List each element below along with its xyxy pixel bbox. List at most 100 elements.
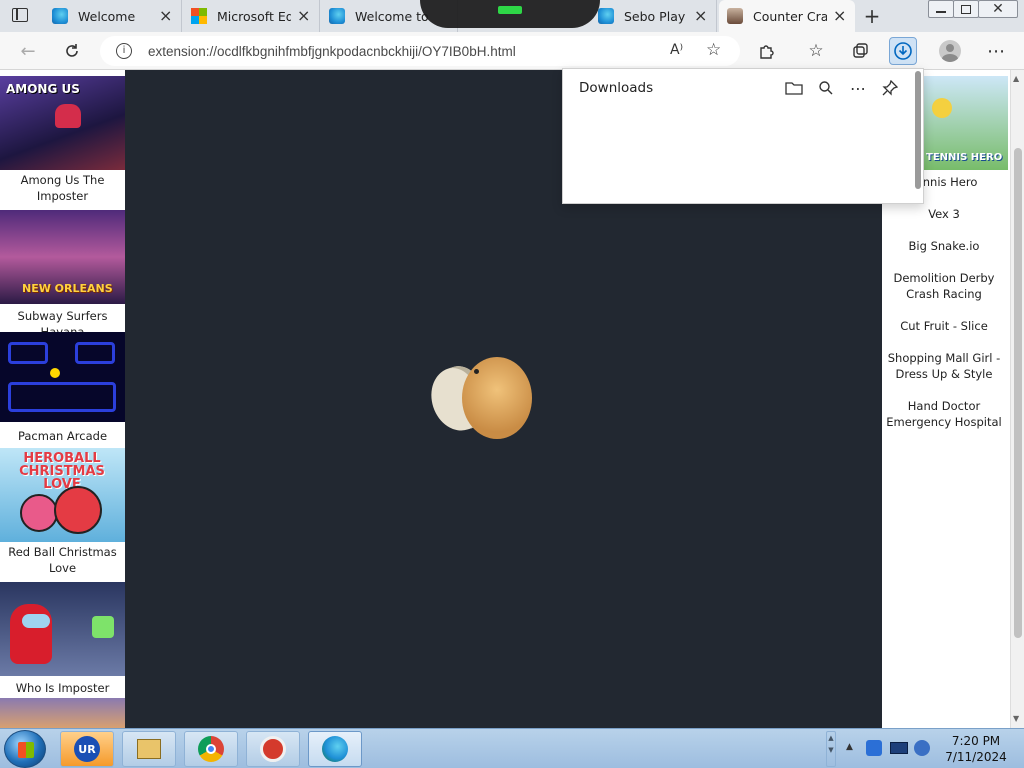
tab-sebo-play[interactable]: Sebo Play Ga ×	[590, 0, 717, 32]
profile-avatar-icon[interactable]	[936, 37, 964, 65]
tab-counter-craft[interactable]: Counter Craf ×	[719, 0, 855, 32]
settings-more-icon[interactable]: ⋯	[982, 37, 1010, 65]
tab-label: Counter Craf	[753, 8, 827, 24]
ccleaner-taskbar-icon[interactable]	[246, 731, 300, 767]
game-card[interactable]: Who Is Imposter	[0, 582, 125, 696]
thumb-title: TENNIS HERO	[926, 152, 1003, 163]
game-title[interactable]: Red Ball Christmas Love	[0, 542, 125, 576]
downloads-scrollbar[interactable]	[915, 71, 921, 189]
ur-browser-taskbar-icon[interactable]: UR	[60, 731, 114, 767]
game-thumbnail[interactable]	[0, 332, 125, 422]
downloads-button[interactable]	[889, 37, 917, 65]
thumb-title: HEROBALL CHRISTMAS LOVE	[19, 451, 105, 492]
tab-strip: Welcome × Microsoft Ed × Welcome to Sebo…	[0, 0, 1024, 32]
page-scrollbar[interactable]: ▲ ▼	[1010, 70, 1024, 728]
downloads-title: Downloads	[579, 80, 654, 96]
close-window-button[interactable]: ✕	[978, 0, 1018, 18]
game-thumbnail[interactable]: HEROBALL CHRISTMAS LOVE	[0, 448, 125, 542]
tab-actions-icon[interactable]	[12, 8, 28, 22]
game-thumbnail-icon	[727, 8, 743, 24]
tab-label: Welcome	[78, 8, 136, 24]
system-clock[interactable]: 7:20 PM 7/11/2024	[936, 733, 1016, 765]
tab-label: Sebo Play Ga	[624, 8, 688, 24]
search-icon[interactable]	[815, 77, 837, 99]
game-thumbnail[interactable]: AMONG US	[0, 76, 125, 170]
game-link[interactable]: Demolition Derby Crash Racing	[882, 270, 1006, 302]
left-game-list: AMONG US Among Us The Imposter NEW ORLEA…	[0, 70, 125, 728]
game-card[interactable]: AMONG US Among Us The Imposter	[0, 76, 125, 204]
close-tab-icon[interactable]: ×	[297, 8, 311, 24]
close-tab-icon[interactable]: ×	[833, 8, 847, 24]
game-link[interactable]: Big Snake.io	[882, 238, 1006, 254]
clock-time: 7:20 PM	[951, 734, 1001, 748]
game-link[interactable]: Vex 3	[882, 206, 1006, 222]
chrome-taskbar-icon[interactable]	[184, 731, 238, 767]
navigation-toolbar: ← i extension://ocdlfkbgnihfmbfjgnkpodac…	[0, 32, 1024, 70]
info-icon[interactable]: i	[116, 43, 132, 59]
red-ball-icon	[54, 486, 102, 534]
network-icon[interactable]	[866, 740, 882, 756]
taskbar: UR ▲ ▼ ▲ 7:20 PM 7/11/2024	[0, 728, 1024, 768]
game-thumbnail[interactable]: TENNIS HERO	[924, 76, 1008, 170]
scrollbar-thumb[interactable]	[1014, 148, 1022, 638]
game-title[interactable]: Pacman Arcade	[0, 422, 125, 444]
collections-icon[interactable]	[846, 37, 874, 65]
game-thumbnail[interactable]: NEW ORLEANS	[0, 210, 125, 304]
downloads-panel: Downloads ⋯	[562, 68, 924, 204]
close-tab-icon[interactable]: ×	[694, 8, 708, 24]
add-favorite-icon[interactable]: ☆	[706, 40, 721, 60]
refresh-icon[interactable]	[58, 37, 86, 65]
game-title[interactable]: Who Is Imposter	[0, 676, 125, 696]
tab-microsoft-edge[interactable]: Microsoft Ed ×	[183, 0, 320, 32]
green-indicator-icon	[498, 6, 522, 14]
restore-button[interactable]	[953, 0, 979, 18]
crewmate-icon	[10, 604, 52, 664]
minimize-button[interactable]	[928, 0, 954, 18]
back-icon[interactable]: ←	[14, 37, 42, 65]
address-bar[interactable]: i extension://ocdlfkbgnihfmbfjgnkpodacnb…	[100, 36, 740, 66]
game-card[interactable]: NEW ORLEANS Subway Surfers Havana	[0, 210, 125, 340]
favorites-icon[interactable]: ☆	[802, 37, 830, 65]
edge-taskbar-icon[interactable]	[308, 731, 362, 767]
pink-ball-icon	[20, 494, 58, 532]
game-link[interactable]: Hand Doctor Emergency Hospital	[882, 398, 1006, 430]
game-card[interactable]: HEROBALL CHRISTMAS LOVE Red Ball Christm…	[0, 448, 125, 576]
game-thumbnail[interactable]	[0, 582, 125, 676]
scroll-down-icon[interactable]: ▼	[1013, 714, 1019, 723]
game-card[interactable]: Pacman Arcade	[0, 332, 125, 444]
tab-label: Microsoft Ed	[217, 8, 291, 24]
file-manager-taskbar-icon[interactable]	[122, 731, 176, 767]
read-aloud-icon[interactable]: A⁾	[670, 42, 683, 58]
open-folder-icon[interactable]	[783, 77, 805, 99]
game-link[interactable]: Shopping Mall Girl - Dress Up & Style	[882, 350, 1006, 382]
hamster-game-sprite[interactable]	[423, 355, 540, 445]
display-icon[interactable]	[890, 742, 908, 754]
new-tab-icon[interactable]: +	[862, 6, 882, 26]
game-title[interactable]: Among Us The Imposter	[0, 170, 125, 204]
gem-icon	[92, 616, 114, 638]
volume-icon[interactable]	[914, 740, 930, 756]
tab-welcome-1[interactable]: Welcome ×	[44, 0, 182, 32]
thumb-title: NEW ORLEANS	[22, 282, 113, 295]
scroll-up-icon[interactable]: ▲	[1013, 74, 1019, 83]
overlay-shape	[420, 0, 600, 28]
thumb-title: AMONG US	[6, 82, 80, 96]
microsoft-logo-icon	[191, 8, 207, 24]
extensions-icon[interactable]	[752, 37, 780, 65]
start-button[interactable]	[4, 730, 46, 768]
browser-window: Welcome × Microsoft Ed × Welcome to Sebo…	[0, 0, 1024, 728]
pacman-icon	[50, 368, 60, 378]
pin-icon[interactable]	[879, 77, 901, 99]
visor-icon	[22, 614, 50, 628]
show-hidden-icons-icon[interactable]: ▲	[846, 742, 853, 752]
clock-date: 7/11/2024	[945, 750, 1007, 764]
game-link[interactable]: Cut Fruit - Slice	[882, 318, 1006, 334]
edge-icon	[52, 8, 68, 24]
more-options-icon[interactable]: ⋯	[847, 77, 869, 99]
edge-icon	[598, 8, 614, 24]
url-text: extension://ocdlfkbgnihfmbfjgnkpodacnbck…	[148, 43, 516, 59]
taskbar-scroll[interactable]: ▲ ▼	[826, 731, 836, 767]
game-thumbnail-partial[interactable]	[0, 698, 125, 728]
close-tab-icon[interactable]: ×	[159, 8, 173, 24]
crewmate-icon	[55, 104, 81, 128]
